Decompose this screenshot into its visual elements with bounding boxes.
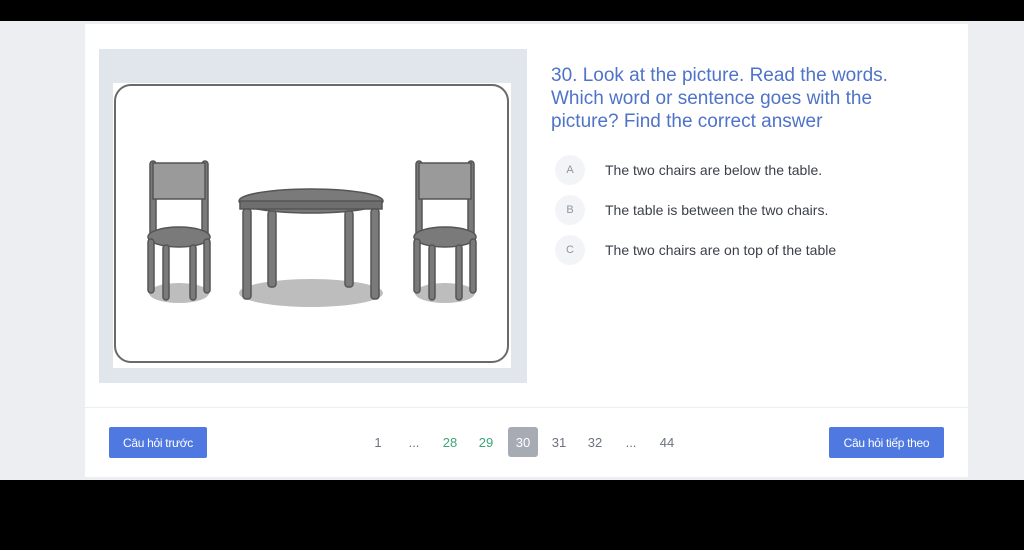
divider [85, 407, 968, 408]
page-32[interactable]: 32 [580, 427, 610, 457]
option-text: The two chairs are on top of the table [605, 242, 837, 258]
option-a[interactable]: A The two chairs are below the table. [555, 154, 875, 186]
pagination-ellipsis: ... [625, 434, 637, 450]
table-shadow [239, 279, 383, 307]
question-card: 30. Look at the picture. Read the words.… [85, 24, 968, 477]
page-44[interactable]: 44 [652, 427, 682, 457]
option-text: The two chairs are below the table. [605, 162, 823, 178]
page-1[interactable]: 1 [363, 427, 393, 457]
page-30-current[interactable]: 30 [508, 427, 538, 457]
option-b[interactable]: B The table is between the two chairs. [555, 194, 875, 226]
bottom-bar [0, 480, 1024, 550]
question-text: 30. Look at the picture. Read the words.… [551, 65, 888, 132]
next-question-button[interactable]: Câu hỏi tiếp theo [829, 427, 944, 458]
top-bar [0, 0, 1024, 21]
image-panel [99, 49, 527, 383]
option-letter: C [555, 235, 585, 265]
question-image [113, 83, 511, 368]
page-29[interactable]: 29 [471, 427, 501, 457]
option-c[interactable]: C The two chairs are on top of the table [555, 234, 875, 266]
page-31[interactable]: 31 [544, 427, 574, 457]
page-28[interactable]: 28 [435, 427, 465, 457]
previous-question-button[interactable]: Câu hỏi trước [109, 427, 207, 458]
option-text: The table is between the two chairs. [605, 202, 829, 218]
image-border [114, 84, 509, 363]
right-chair-shadow [415, 283, 475, 303]
option-letter: A [555, 155, 585, 185]
left-chair-shadow [149, 283, 209, 303]
option-letter: B [555, 195, 585, 225]
pagination-ellipsis: ... [408, 434, 420, 450]
